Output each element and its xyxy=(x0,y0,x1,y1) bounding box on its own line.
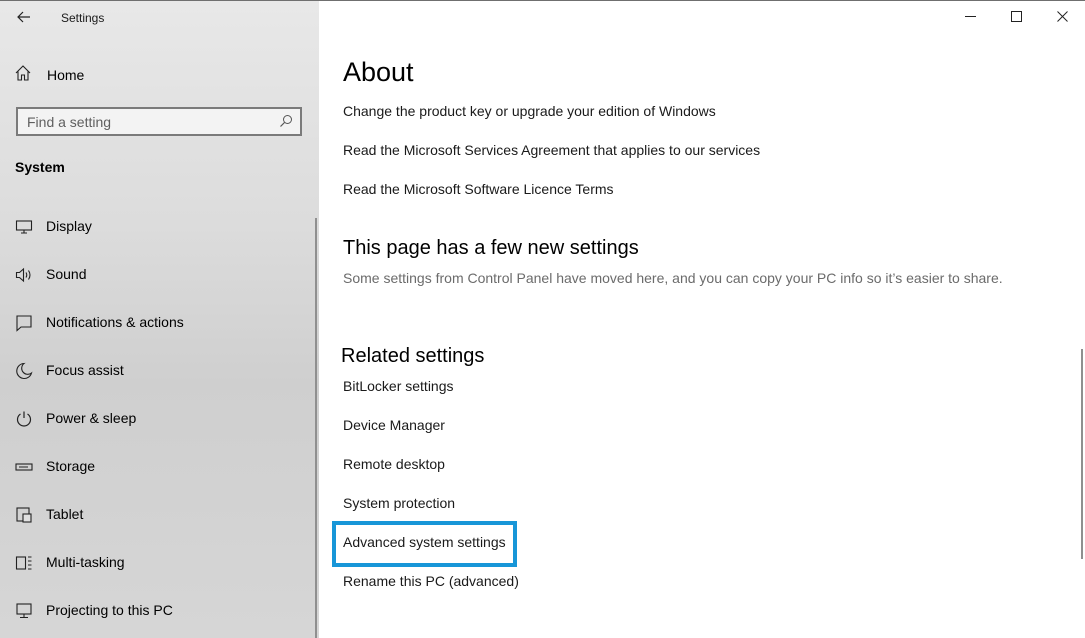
close-icon xyxy=(1056,9,1068,27)
remote-desktop-link[interactable]: Remote desktop xyxy=(343,456,445,472)
sidebar-item-power-sleep[interactable]: Power & sleep xyxy=(0,395,319,443)
sidebar: Settings Home System Display xyxy=(0,1,319,638)
title-bar: Settings xyxy=(0,1,319,37)
sidebar-nav: Display Sound Notifications & actions Fo… xyxy=(0,203,319,635)
sidebar-scrollbar[interactable] xyxy=(315,218,317,638)
sidebar-item-multitasking[interactable]: Multi-tasking xyxy=(0,539,319,587)
window-controls xyxy=(947,1,1085,35)
back-arrow-icon xyxy=(17,10,31,28)
sidebar-item-tablet[interactable]: Tablet xyxy=(0,491,319,539)
sidebar-item-label: Sound xyxy=(46,266,87,282)
services-agreement-link[interactable]: Read the Microsoft Services Agreement th… xyxy=(343,142,760,158)
projecting-icon xyxy=(14,601,34,621)
home-icon xyxy=(14,64,32,87)
sidebar-item-label: Focus assist xyxy=(46,362,124,378)
home-label: Home xyxy=(47,67,85,83)
sidebar-item-label: Tablet xyxy=(46,506,84,522)
advanced-system-settings-link[interactable]: Advanced system settings xyxy=(343,534,506,550)
licence-terms-link[interactable]: Read the Microsoft Software Licence Term… xyxy=(343,181,614,197)
sidebar-item-label: Notifications & actions xyxy=(46,314,184,330)
sidebar-item-focus-assist[interactable]: Focus assist xyxy=(0,347,319,395)
sidebar-item-home[interactable]: Home xyxy=(14,63,84,87)
display-icon xyxy=(14,217,34,237)
back-button[interactable] xyxy=(12,7,36,31)
section-heading: System xyxy=(15,159,65,175)
maximize-button[interactable] xyxy=(993,1,1039,35)
change-product-key-link[interactable]: Change the product key or upgrade your e… xyxy=(343,103,716,119)
minimize-icon xyxy=(964,9,976,27)
close-button[interactable] xyxy=(1039,1,1085,35)
notification-icon xyxy=(14,313,34,333)
sidebar-item-label: Storage xyxy=(46,458,96,474)
minimize-button[interactable] xyxy=(947,1,993,35)
main-scrollbar[interactable] xyxy=(1081,349,1083,559)
settings-window: Settings Home System Display xyxy=(0,0,1085,638)
new-settings-heading: This page has a few new settings xyxy=(343,237,639,259)
tablet-icon xyxy=(14,505,34,525)
sidebar-item-sound[interactable]: Sound xyxy=(0,251,319,299)
sidebar-item-projecting[interactable]: Projecting to this PC xyxy=(0,587,319,635)
multitasking-icon xyxy=(14,553,34,573)
device-manager-link[interactable]: Device Manager xyxy=(343,417,445,433)
maximize-icon xyxy=(1010,9,1022,27)
sidebar-item-label: Power & sleep xyxy=(46,410,137,426)
search-input[interactable] xyxy=(18,112,269,131)
moon-icon xyxy=(14,361,34,381)
sidebar-item-display[interactable]: Display xyxy=(0,203,319,251)
sidebar-item-storage[interactable]: Storage xyxy=(0,443,319,491)
system-protection-link[interactable]: System protection xyxy=(343,495,455,511)
new-settings-description: Some settings from Control Panel have mo… xyxy=(343,270,1003,286)
sidebar-item-label: Projecting to this PC xyxy=(46,602,173,618)
page-title: About xyxy=(343,57,414,87)
related-settings-heading: Related settings xyxy=(341,345,485,367)
main-content: About Change the product key or upgrade … xyxy=(319,1,1085,638)
bitlocker-settings-link[interactable]: BitLocker settings xyxy=(343,378,454,394)
storage-icon xyxy=(14,457,34,477)
sidebar-item-label: Multi-tasking xyxy=(46,554,125,570)
power-icon xyxy=(14,409,34,429)
sidebar-item-label: Display xyxy=(46,218,92,234)
app-title: Settings xyxy=(61,11,105,25)
rename-pc-link[interactable]: Rename this PC (advanced) xyxy=(343,573,519,589)
speaker-icon xyxy=(14,265,34,285)
search-field[interactable] xyxy=(16,107,302,136)
search-icon[interactable] xyxy=(279,114,293,133)
sidebar-item-notifications[interactable]: Notifications & actions xyxy=(0,299,319,347)
